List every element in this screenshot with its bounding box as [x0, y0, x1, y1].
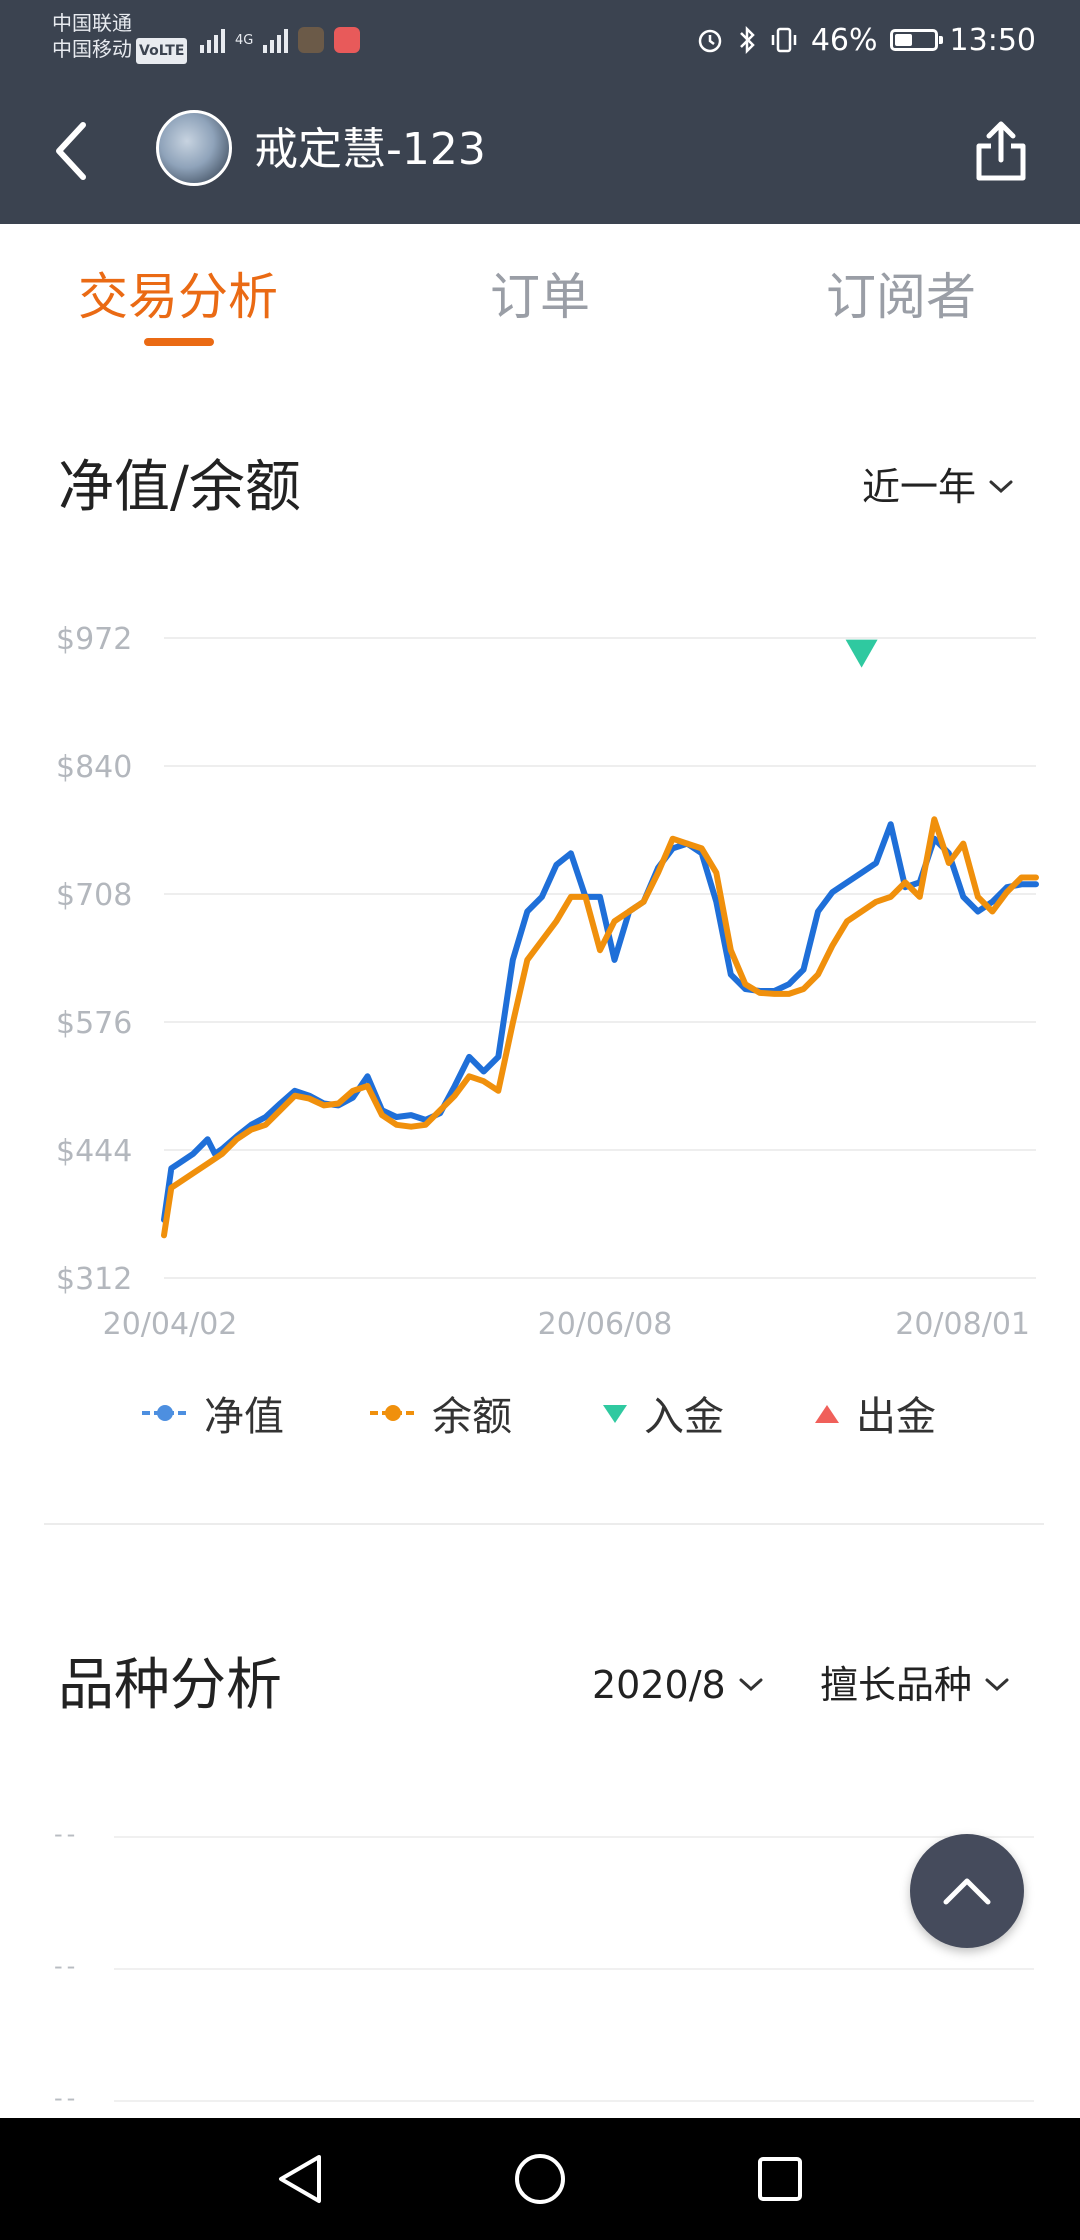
- empty-axis-label: --: [54, 2084, 80, 2112]
- variety-analysis-title: 品种分析: [58, 1653, 282, 1718]
- signal-strength-icon-2: [263, 27, 289, 53]
- volte-badge: VoLTE: [136, 37, 188, 64]
- vibrate-icon: [771, 27, 797, 53]
- chart-series-balance-line: [161, 816, 1039, 1239]
- legend-deposit-marker: [603, 1405, 627, 1423]
- equity-balance-title: 净值/余额: [58, 455, 301, 520]
- empty-grid-line: [114, 2100, 1034, 2102]
- month-dropdown[interactable]: 2020/8: [592, 1660, 764, 1710]
- tab-trade-analysis[interactable]: 交易分析: [78, 264, 278, 330]
- bluetooth-icon: [739, 25, 755, 55]
- status-bar: 中国联通 中国移动 VoLTE 4G 46% 13:50: [0, 0, 1080, 80]
- nav-back-button[interactable]: [265, 2144, 335, 2214]
- carrier-info: 中国联通 中国移动 VoLTE: [52, 10, 188, 64]
- chart-y-tick-label: $708: [56, 878, 132, 913]
- nav-back-icon: [279, 2155, 321, 2203]
- chart-x-tick-label: 20/08/01: [895, 1307, 1030, 1342]
- empty-axis-label: --: [54, 1952, 80, 1980]
- variety-type-label: 擅长品种: [820, 1663, 973, 1707]
- month-label: 2020/8: [592, 1663, 726, 1707]
- time-range-dropdown[interactable]: 近一年: [862, 462, 1014, 512]
- chart-marker-deposit: [845, 639, 878, 668]
- legend-withdraw[interactable]: 出金: [812, 1384, 936, 1442]
- legend-deposit[interactable]: 入金: [600, 1384, 724, 1442]
- tab-orders[interactable]: 订单: [490, 264, 590, 330]
- chart-x-tick-label: 20/04/02: [103, 1307, 238, 1342]
- nav-home-icon: [515, 2154, 565, 2204]
- chevron-down-icon: [989, 480, 1013, 494]
- notification-app-icon: [334, 27, 361, 53]
- scroll-to-top-button[interactable]: [910, 1834, 1024, 1948]
- legend-equity-label: 净值: [204, 1394, 284, 1440]
- variety-type-dropdown[interactable]: 擅长品种: [820, 1660, 1010, 1710]
- share-icon: [976, 121, 1026, 181]
- alarm-icon: [698, 29, 722, 53]
- system-nav-bar: [0, 2118, 1080, 2240]
- chart-y-tick-label: $312: [56, 1262, 132, 1297]
- legend-deposit-label: 入金: [644, 1394, 724, 1440]
- active-tab-indicator: [144, 338, 214, 346]
- status-right: 46% 13:50: [695, 16, 1036, 64]
- empty-axis-label: --: [54, 1820, 80, 1848]
- back-button[interactable]: [36, 116, 106, 186]
- chevron-up-icon: [943, 1878, 991, 1905]
- legend-balance-label: 余额: [432, 1394, 512, 1440]
- chevron-down-icon: [985, 1678, 1009, 1692]
- avatar[interactable]: [156, 110, 232, 186]
- share-button[interactable]: [966, 116, 1036, 186]
- chart-y-tick-label: $576: [56, 1006, 132, 1041]
- legend-equity[interactable]: 净值: [140, 1384, 284, 1442]
- legend-balance[interactable]: 余额: [368, 1384, 512, 1442]
- nav-recents-icon: [758, 2157, 802, 2201]
- tab-bar: 交易分析 订单 订阅者: [0, 224, 1080, 354]
- chart-y-tick-label: $444: [56, 1134, 132, 1169]
- signal-strength-icon: [200, 27, 225, 53]
- section-divider: [44, 1523, 1044, 1525]
- legend-equity-marker: [142, 1405, 188, 1421]
- page-title: 戒定慧-123: [254, 124, 486, 175]
- chart-legend: 净值 余额 入金 出金: [0, 1384, 1080, 1444]
- clock: 13:50: [949, 22, 1036, 58]
- battery-percent: 46%: [810, 22, 878, 58]
- equity-balance-chart[interactable]: $972 $840 $708 $576 $444 $312 20/04/02 20/06/08…: [0, 600, 1080, 1360]
- signal-indicators: 4G: [200, 20, 361, 60]
- network-type-label: 4G: [235, 32, 254, 48]
- legend-balance-marker: [370, 1405, 416, 1421]
- time-range-label: 近一年: [862, 465, 977, 509]
- shield-app-icon: [298, 27, 325, 53]
- legend-withdraw-marker: [815, 1405, 839, 1423]
- nav-home-button[interactable]: [505, 2144, 575, 2214]
- chevron-down-icon: [739, 1678, 763, 1692]
- chart-y-tick-label: $972: [56, 622, 132, 657]
- chart-x-tick-label: 20/06/08: [538, 1307, 673, 1342]
- carrier-2: 中国移动: [52, 37, 132, 61]
- app-bar: 戒定慧-123: [0, 80, 1080, 224]
- tab-subscribers[interactable]: 订阅者: [826, 264, 976, 330]
- chart-y-tick-label: $840: [56, 750, 132, 785]
- chart-svg: $972 $840 $708 $576 $444 $312 20/04/02 20/06/08…: [56, 622, 1039, 1342]
- battery-icon: [889, 29, 943, 51]
- legend-withdraw-label: 出金: [856, 1394, 936, 1440]
- empty-grid-line: [114, 1836, 1034, 1838]
- back-arrow-icon: [56, 122, 86, 180]
- carrier-1: 中国联通: [52, 11, 132, 35]
- empty-grid-line: [114, 1968, 1034, 1970]
- nav-recents-button[interactable]: [745, 2144, 815, 2214]
